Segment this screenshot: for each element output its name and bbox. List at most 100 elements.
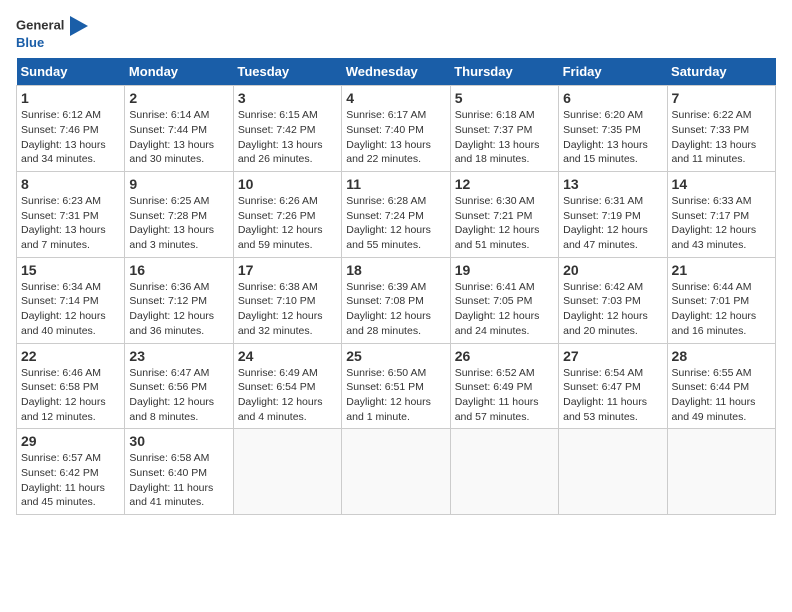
column-header-thursday: Thursday xyxy=(450,58,558,86)
empty-cell xyxy=(233,429,341,515)
week-row-5: 29 Sunrise: 6:57 AMSunset: 6:42 PMDaylig… xyxy=(17,429,776,515)
day-info: Sunrise: 6:58 AMSunset: 6:40 PMDaylight:… xyxy=(129,451,228,510)
column-header-saturday: Saturday xyxy=(667,58,775,86)
day-cell-21: 21 Sunrise: 6:44 AMSunset: 7:01 PMDaylig… xyxy=(667,257,775,343)
day-number: 17 xyxy=(238,262,337,278)
week-row-4: 22 Sunrise: 6:46 AMSunset: 6:58 PMDaylig… xyxy=(17,343,776,429)
day-info: Sunrise: 6:36 AMSunset: 7:12 PMDaylight:… xyxy=(129,280,228,339)
day-info: Sunrise: 6:25 AMSunset: 7:28 PMDaylight:… xyxy=(129,194,228,253)
week-row-3: 15 Sunrise: 6:34 AMSunset: 7:14 PMDaylig… xyxy=(17,257,776,343)
day-cell-9: 9 Sunrise: 6:25 AMSunset: 7:28 PMDayligh… xyxy=(125,172,233,258)
day-cell-22: 22 Sunrise: 6:46 AMSunset: 6:58 PMDaylig… xyxy=(17,343,125,429)
day-info: Sunrise: 6:26 AMSunset: 7:26 PMDaylight:… xyxy=(238,194,337,253)
day-number: 25 xyxy=(346,348,445,364)
day-number: 1 xyxy=(21,90,120,106)
day-cell-7: 7 Sunrise: 6:22 AMSunset: 7:33 PMDayligh… xyxy=(667,86,775,172)
empty-cell xyxy=(667,429,775,515)
calendar-table: SundayMondayTuesdayWednesdayThursdayFrid… xyxy=(16,58,776,515)
column-header-tuesday: Tuesday xyxy=(233,58,341,86)
day-info: Sunrise: 6:55 AMSunset: 6:44 PMDaylight:… xyxy=(672,366,771,425)
day-cell-18: 18 Sunrise: 6:39 AMSunset: 7:08 PMDaylig… xyxy=(342,257,450,343)
day-number: 23 xyxy=(129,348,228,364)
day-info: Sunrise: 6:20 AMSunset: 7:35 PMDaylight:… xyxy=(563,108,662,167)
day-number: 21 xyxy=(672,262,771,278)
week-row-2: 8 Sunrise: 6:23 AMSunset: 7:31 PMDayligh… xyxy=(17,172,776,258)
day-info: Sunrise: 6:38 AMSunset: 7:10 PMDaylight:… xyxy=(238,280,337,339)
day-cell-25: 25 Sunrise: 6:50 AMSunset: 6:51 PMDaylig… xyxy=(342,343,450,429)
day-number: 29 xyxy=(21,433,120,449)
day-number: 11 xyxy=(346,176,445,192)
day-info: Sunrise: 6:46 AMSunset: 6:58 PMDaylight:… xyxy=(21,366,120,425)
day-cell-20: 20 Sunrise: 6:42 AMSunset: 7:03 PMDaylig… xyxy=(559,257,667,343)
day-cell-8: 8 Sunrise: 6:23 AMSunset: 7:31 PMDayligh… xyxy=(17,172,125,258)
day-info: Sunrise: 6:14 AMSunset: 7:44 PMDaylight:… xyxy=(129,108,228,167)
day-info: Sunrise: 6:41 AMSunset: 7:05 PMDaylight:… xyxy=(455,280,554,339)
day-number: 9 xyxy=(129,176,228,192)
day-number: 22 xyxy=(21,348,120,364)
day-cell-6: 6 Sunrise: 6:20 AMSunset: 7:35 PMDayligh… xyxy=(559,86,667,172)
day-cell-29: 29 Sunrise: 6:57 AMSunset: 6:42 PMDaylig… xyxy=(17,429,125,515)
day-cell-26: 26 Sunrise: 6:52 AMSunset: 6:49 PMDaylig… xyxy=(450,343,558,429)
column-header-sunday: Sunday xyxy=(17,58,125,86)
day-info: Sunrise: 6:39 AMSunset: 7:08 PMDaylight:… xyxy=(346,280,445,339)
day-info: Sunrise: 6:54 AMSunset: 6:47 PMDaylight:… xyxy=(563,366,662,425)
day-number: 19 xyxy=(455,262,554,278)
day-info: Sunrise: 6:31 AMSunset: 7:19 PMDaylight:… xyxy=(563,194,662,253)
day-cell-30: 30 Sunrise: 6:58 AMSunset: 6:40 PMDaylig… xyxy=(125,429,233,515)
day-cell-28: 28 Sunrise: 6:55 AMSunset: 6:44 PMDaylig… xyxy=(667,343,775,429)
day-number: 8 xyxy=(21,176,120,192)
day-cell-10: 10 Sunrise: 6:26 AMSunset: 7:26 PMDaylig… xyxy=(233,172,341,258)
day-number: 26 xyxy=(455,348,554,364)
day-info: Sunrise: 6:34 AMSunset: 7:14 PMDaylight:… xyxy=(21,280,120,339)
day-cell-15: 15 Sunrise: 6:34 AMSunset: 7:14 PMDaylig… xyxy=(17,257,125,343)
day-info: Sunrise: 6:12 AMSunset: 7:46 PMDaylight:… xyxy=(21,108,120,167)
day-cell-17: 17 Sunrise: 6:38 AMSunset: 7:10 PMDaylig… xyxy=(233,257,341,343)
day-number: 27 xyxy=(563,348,662,364)
day-cell-4: 4 Sunrise: 6:17 AMSunset: 7:40 PMDayligh… xyxy=(342,86,450,172)
day-info: Sunrise: 6:44 AMSunset: 7:01 PMDaylight:… xyxy=(672,280,771,339)
logo-general: General xyxy=(16,17,64,32)
logo-arrow xyxy=(70,16,88,36)
day-number: 18 xyxy=(346,262,445,278)
column-header-wednesday: Wednesday xyxy=(342,58,450,86)
day-info: Sunrise: 6:17 AMSunset: 7:40 PMDaylight:… xyxy=(346,108,445,167)
day-cell-1: 1 Sunrise: 6:12 AMSunset: 7:46 PMDayligh… xyxy=(17,86,125,172)
day-number: 16 xyxy=(129,262,228,278)
day-info: Sunrise: 6:33 AMSunset: 7:17 PMDaylight:… xyxy=(672,194,771,253)
day-cell-27: 27 Sunrise: 6:54 AMSunset: 6:47 PMDaylig… xyxy=(559,343,667,429)
day-number: 15 xyxy=(21,262,120,278)
day-number: 2 xyxy=(129,90,228,106)
header-row: SundayMondayTuesdayWednesdayThursdayFrid… xyxy=(17,58,776,86)
day-cell-19: 19 Sunrise: 6:41 AMSunset: 7:05 PMDaylig… xyxy=(450,257,558,343)
week-row-1: 1 Sunrise: 6:12 AMSunset: 7:46 PMDayligh… xyxy=(17,86,776,172)
day-cell-3: 3 Sunrise: 6:15 AMSunset: 7:42 PMDayligh… xyxy=(233,86,341,172)
day-number: 20 xyxy=(563,262,662,278)
day-number: 3 xyxy=(238,90,337,106)
logo-blue: Blue xyxy=(16,35,44,50)
day-info: Sunrise: 6:47 AMSunset: 6:56 PMDaylight:… xyxy=(129,366,228,425)
day-cell-16: 16 Sunrise: 6:36 AMSunset: 7:12 PMDaylig… xyxy=(125,257,233,343)
day-info: Sunrise: 6:15 AMSunset: 7:42 PMDaylight:… xyxy=(238,108,337,167)
day-number: 4 xyxy=(346,90,445,106)
day-info: Sunrise: 6:22 AMSunset: 7:33 PMDaylight:… xyxy=(672,108,771,167)
day-cell-11: 11 Sunrise: 6:28 AMSunset: 7:24 PMDaylig… xyxy=(342,172,450,258)
column-header-monday: Monday xyxy=(125,58,233,86)
day-info: Sunrise: 6:30 AMSunset: 7:21 PMDaylight:… xyxy=(455,194,554,253)
day-cell-13: 13 Sunrise: 6:31 AMSunset: 7:19 PMDaylig… xyxy=(559,172,667,258)
day-info: Sunrise: 6:28 AMSunset: 7:24 PMDaylight:… xyxy=(346,194,445,253)
day-number: 10 xyxy=(238,176,337,192)
day-cell-24: 24 Sunrise: 6:49 AMSunset: 6:54 PMDaylig… xyxy=(233,343,341,429)
empty-cell xyxy=(342,429,450,515)
day-cell-5: 5 Sunrise: 6:18 AMSunset: 7:37 PMDayligh… xyxy=(450,86,558,172)
header: General Blue xyxy=(16,16,776,50)
day-number: 5 xyxy=(455,90,554,106)
day-cell-14: 14 Sunrise: 6:33 AMSunset: 7:17 PMDaylig… xyxy=(667,172,775,258)
day-number: 24 xyxy=(238,348,337,364)
day-info: Sunrise: 6:49 AMSunset: 6:54 PMDaylight:… xyxy=(238,366,337,425)
day-cell-2: 2 Sunrise: 6:14 AMSunset: 7:44 PMDayligh… xyxy=(125,86,233,172)
empty-cell xyxy=(559,429,667,515)
day-info: Sunrise: 6:52 AMSunset: 6:49 PMDaylight:… xyxy=(455,366,554,425)
logo: General Blue xyxy=(16,16,88,50)
column-header-friday: Friday xyxy=(559,58,667,86)
day-number: 7 xyxy=(672,90,771,106)
